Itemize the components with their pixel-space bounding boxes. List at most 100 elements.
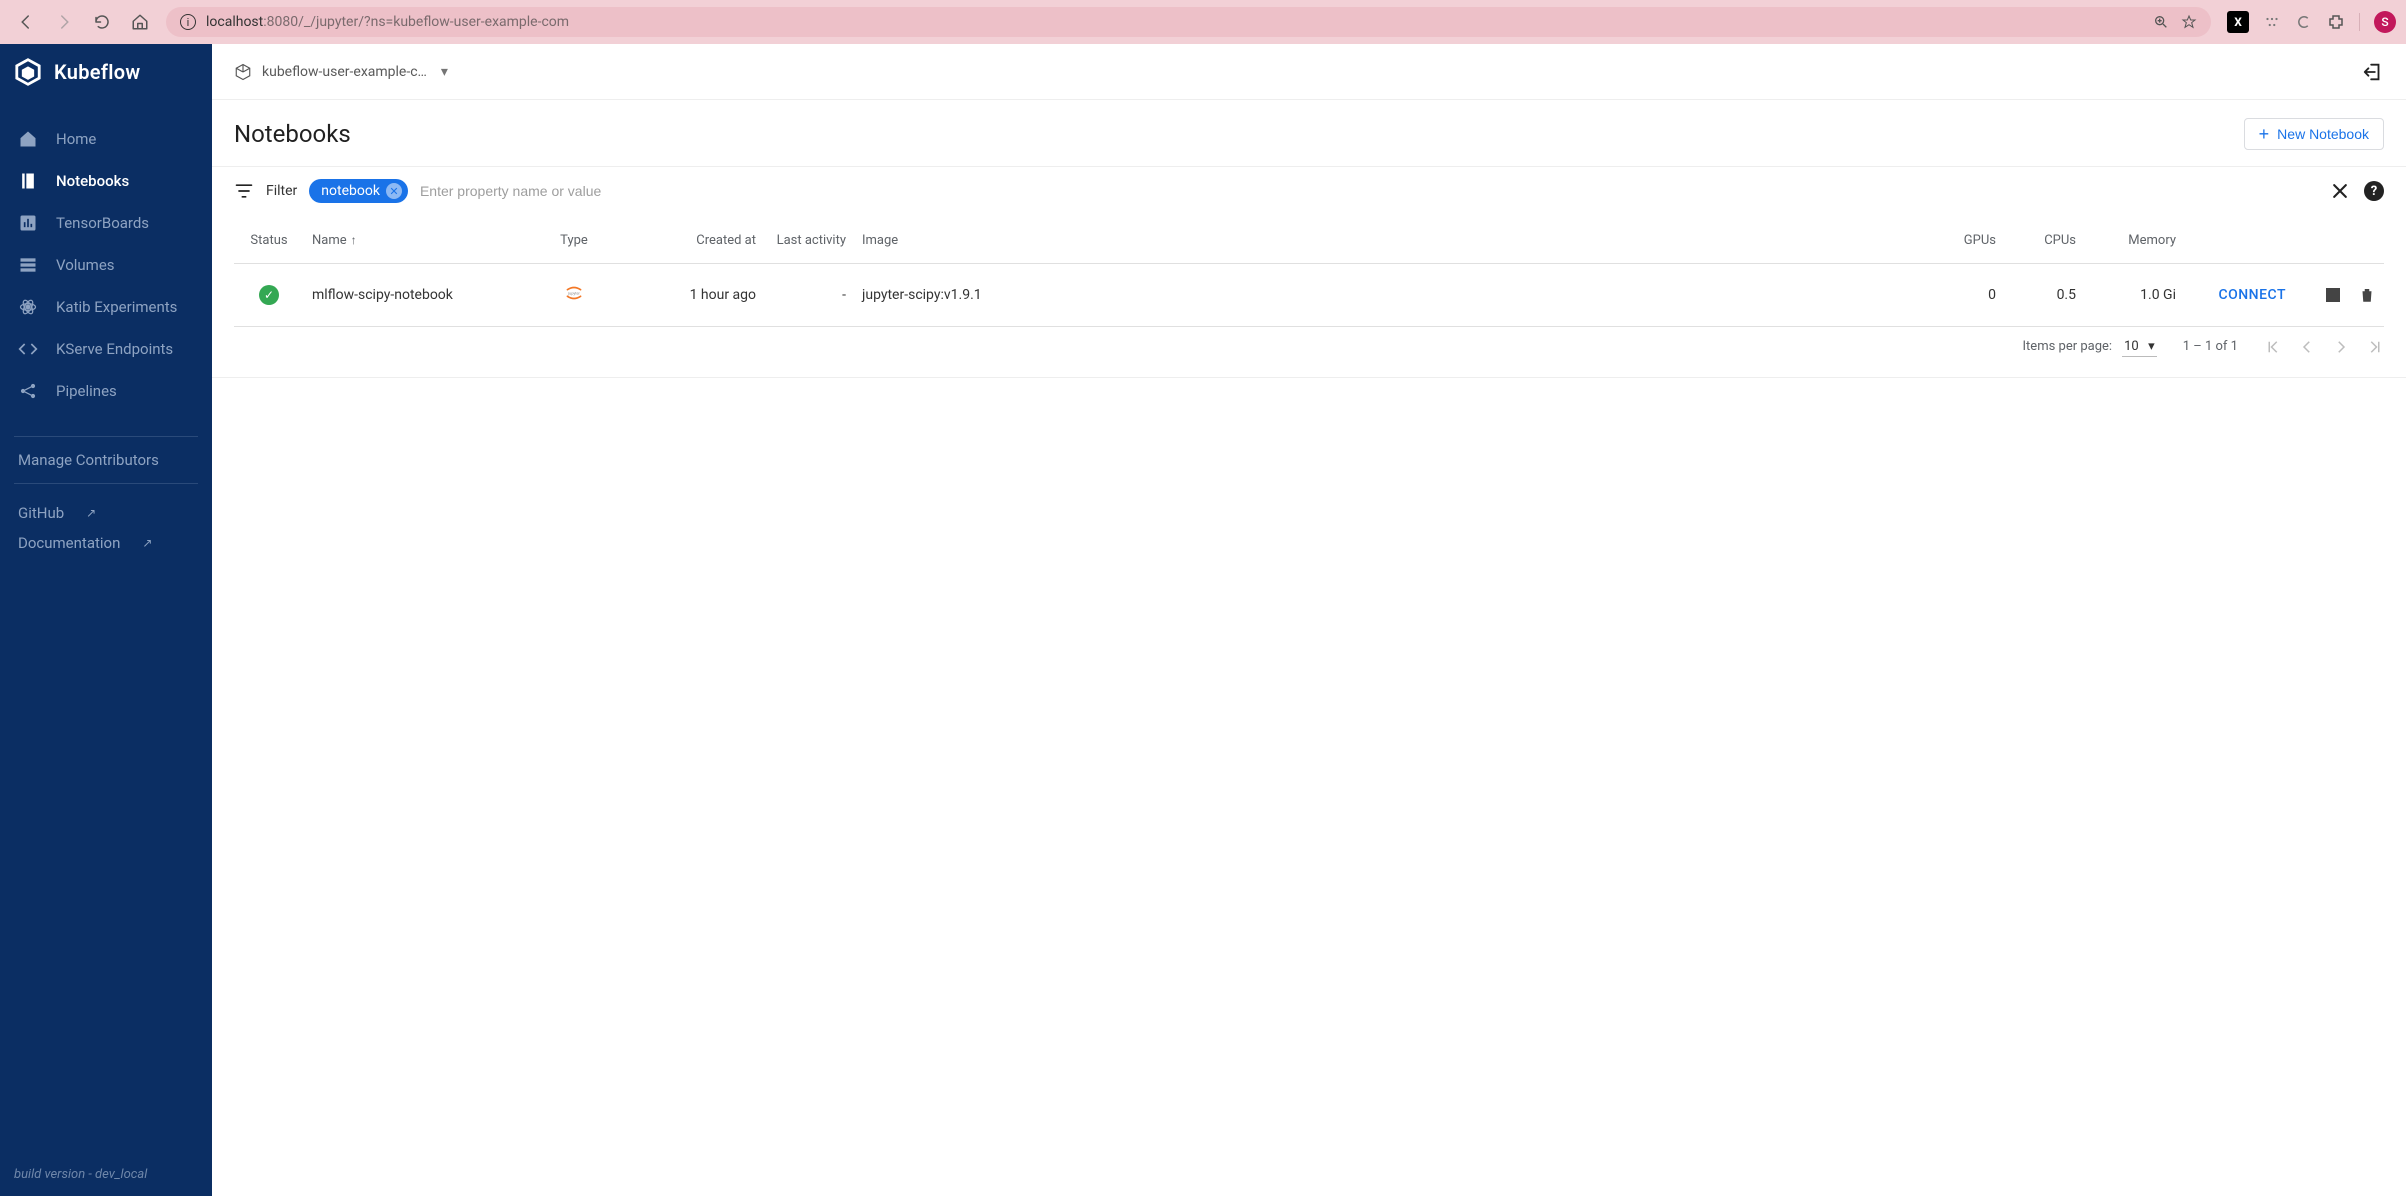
row-gpus: 0 (1924, 263, 2004, 326)
namespace-value: kubeflow-user-example-c… (262, 64, 427, 80)
col-cpus[interactable]: CPUs (2004, 219, 2084, 263)
sidebar-item-label: Pipelines (56, 382, 117, 400)
col-type[interactable]: Type (524, 219, 624, 263)
sidebar-item-volumes[interactable]: Volumes (0, 244, 212, 286)
page-range: 1 – 1 of 1 (2183, 339, 2238, 354)
status-running-icon: ✓ (259, 285, 279, 305)
bookmark-star-icon[interactable] (2181, 14, 2197, 30)
top-bar: kubeflow-user-example-c… ▾ (212, 44, 2406, 100)
notebook-icon (18, 171, 38, 191)
pager-first-button[interactable] (2264, 338, 2282, 356)
filter-icon (234, 181, 254, 201)
sidebar-footer: build version - dev_local (0, 1153, 212, 1196)
filter-clear-button[interactable] (2330, 181, 2350, 201)
science-icon (18, 297, 38, 317)
row-memory: 1.0 Gi (2084, 263, 2184, 326)
extension-x-icon[interactable]: X (2227, 11, 2249, 33)
jupyter-type-icon: jupyter (563, 282, 585, 304)
col-memory[interactable]: Memory (2084, 219, 2184, 263)
logout-button[interactable] (2362, 61, 2384, 83)
sort-asc-icon: ↑ (351, 233, 357, 247)
external-link-icon: ↗ (86, 506, 96, 520)
sidebar-item-label: Notebooks (56, 172, 129, 190)
share-icon (18, 381, 38, 401)
pager-next-button[interactable] (2332, 338, 2350, 356)
delete-button[interactable] (2358, 286, 2376, 304)
sidebar-item-label: TensorBoards (56, 214, 149, 232)
sidebar-separator (14, 483, 198, 484)
pager-prev-button[interactable] (2298, 338, 2316, 356)
browser-reload-button[interactable] (92, 12, 112, 32)
page-title: Notebooks (234, 120, 351, 148)
browser-url-text: localhost:8080/_/jupyter/?ns=kubeflow-us… (206, 14, 569, 30)
col-gpus[interactable]: GPUs (1924, 219, 2004, 263)
col-last-activity[interactable]: Last activity (764, 219, 854, 263)
cube-icon (234, 63, 252, 81)
extension-dots-icon[interactable] (2263, 13, 2281, 31)
pager-last-button[interactable] (2366, 338, 2384, 356)
filter-input[interactable] (420, 183, 2318, 199)
row-last-activity: - (764, 263, 854, 326)
browser-profile-avatar[interactable]: S (2374, 11, 2396, 33)
sidebar: Kubeflow Home Notebooks TensorBoards (0, 44, 212, 1196)
sidebar-item-katib[interactable]: Katib Experiments (0, 286, 212, 328)
col-status[interactable]: Status (234, 219, 304, 263)
storage-icon (18, 255, 38, 275)
sidebar-item-kserve[interactable]: KServe Endpoints (0, 328, 212, 370)
brand-name: Kubeflow (54, 60, 140, 84)
filter-chip[interactable]: notebook ✕ (309, 179, 408, 203)
plus-icon: + (2259, 127, 2270, 141)
items-per-page-select[interactable]: 10 ▾ (2122, 337, 2157, 357)
notebooks-table: Status Name↑ Type Created at Last activi… (234, 219, 2384, 327)
code-icon (18, 339, 38, 359)
sidebar-item-label: Volumes (56, 256, 115, 274)
col-image[interactable]: Image (854, 219, 1924, 263)
filter-chip-remove-icon[interactable]: ✕ (386, 183, 402, 199)
svg-text:jupyter: jupyter (567, 290, 580, 295)
namespace-selector[interactable]: kubeflow-user-example-c… ▾ (234, 63, 448, 81)
assessment-icon (18, 213, 38, 233)
sidebar-item-label: Manage Contributors (18, 451, 159, 469)
browser-back-button[interactable] (16, 12, 36, 32)
items-per-page-label: Items per page: (2023, 339, 2113, 354)
dropdown-caret-icon: ▾ (2148, 339, 2155, 354)
paginator: Items per page: 10 ▾ 1 – 1 of 1 (212, 327, 2406, 378)
col-created[interactable]: Created at (624, 219, 764, 263)
new-notebook-button[interactable]: + New Notebook (2244, 118, 2384, 150)
filter-label: Filter (266, 183, 297, 199)
row-cpus: 0.5 (2004, 263, 2084, 326)
sidebar-item-label: Home (56, 130, 96, 148)
col-name[interactable]: Name↑ (304, 219, 524, 263)
sidebar-item-label: KServe Endpoints (56, 340, 173, 358)
stop-button[interactable] (2326, 288, 2340, 302)
zoom-icon[interactable] (2153, 14, 2169, 30)
browser-forward-button[interactable] (54, 12, 74, 32)
browser-url-bar[interactable]: i localhost:8080/_/jupyter/?ns=kubeflow-… (166, 7, 2211, 37)
table-row: ✓ mlflow-scipy-notebook jupyter (234, 263, 2384, 326)
sidebar-item-label: Katib Experiments (56, 298, 177, 316)
row-image: jupyter-scipy:v1.9.1 (854, 263, 1924, 326)
sidebar-item-home[interactable]: Home (0, 118, 212, 160)
sidebar-item-pipelines[interactable]: Pipelines (0, 370, 212, 412)
connect-button[interactable]: CONNECT (2218, 287, 2286, 303)
brand-logo[interactable]: Kubeflow (0, 44, 212, 100)
sidebar-item-label: GitHub (18, 504, 64, 522)
external-link-icon: ↗ (142, 536, 152, 550)
sidebar-item-tensorboards[interactable]: TensorBoards (0, 202, 212, 244)
sidebar-item-documentation[interactable]: Documentation ↗ (0, 528, 212, 558)
filter-chip-text: notebook (321, 183, 380, 199)
sidebar-item-github[interactable]: GitHub ↗ (0, 498, 212, 528)
extensions-puzzle-icon[interactable] (2327, 13, 2345, 31)
filter-help-icon[interactable]: ? (2364, 181, 2384, 201)
home-icon (18, 129, 38, 149)
site-info-icon[interactable]: i (180, 14, 196, 30)
browser-home-button[interactable] (130, 12, 150, 32)
kubeflow-logo-icon (14, 58, 42, 86)
sidebar-item-manage-contributors[interactable]: Manage Contributors (0, 451, 212, 469)
sidebar-item-notebooks[interactable]: Notebooks (0, 160, 212, 202)
extension-c-icon[interactable] (2295, 13, 2313, 31)
row-name[interactable]: mlflow-scipy-notebook (304, 263, 524, 326)
new-notebook-label: New Notebook (2277, 126, 2369, 142)
sidebar-separator (14, 436, 198, 437)
dropdown-caret-icon: ▾ (441, 64, 448, 80)
